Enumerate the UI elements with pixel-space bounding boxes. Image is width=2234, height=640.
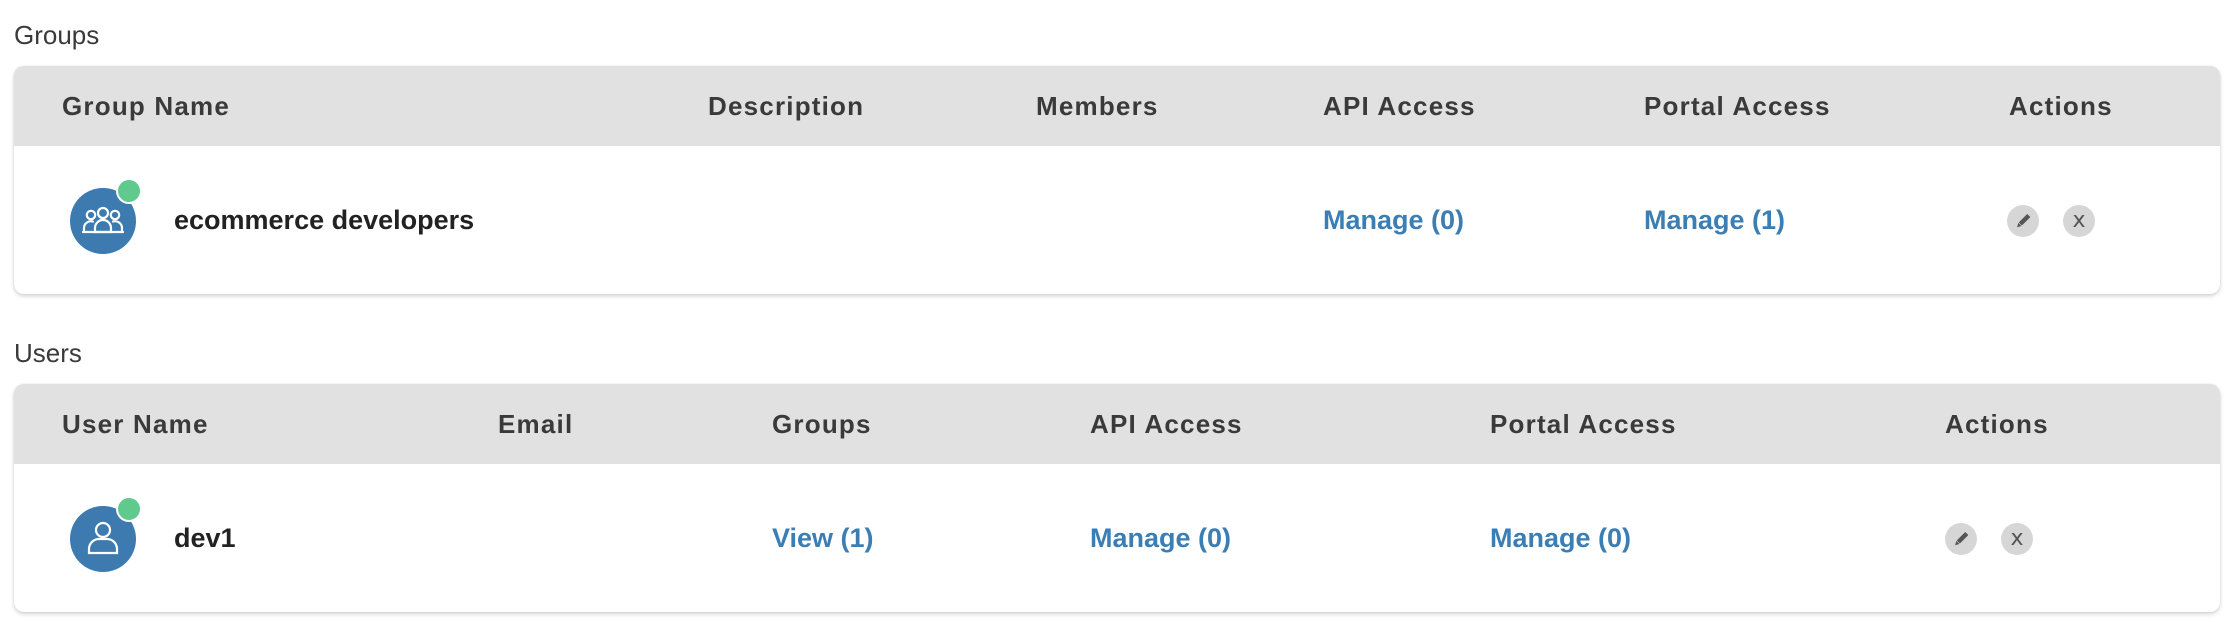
group-name[interactable]: ecommerce developers [174, 146, 474, 294]
column-header-api-access[interactable]: API Access [1323, 66, 1476, 146]
column-header-actions: Actions [2009, 91, 2113, 121]
delete-user-button[interactable]: x [2001, 523, 2033, 555]
user-name[interactable]: dev1 [174, 464, 236, 612]
user-portal-access-link[interactable]: Manage (0) [1490, 464, 1631, 612]
table-row: dev1 View (1) Manage (0) Manage (0) x [14, 464, 2220, 612]
column-header-api-access[interactable]: API Access [1090, 384, 1243, 464]
user-groups-link[interactable]: View (1) [772, 464, 874, 612]
column-header-description[interactable]: Description [708, 66, 864, 146]
users-section-title: Users [14, 338, 82, 368]
pencil-icon [2017, 214, 2031, 228]
group-portal-access-link[interactable]: Manage (1) [1644, 146, 1785, 294]
close-icon: x [2072, 208, 2086, 233]
groups-section-title: Groups [14, 20, 100, 50]
column-header-groups[interactable]: Groups [772, 384, 872, 464]
users-table: User Name Email Groups API Access Portal… [14, 384, 2220, 612]
status-indicator [116, 178, 142, 204]
column-header-email[interactable]: Email [498, 384, 573, 464]
column-header-members[interactable]: Members [1036, 66, 1159, 146]
edit-user-button[interactable] [1945, 523, 1977, 555]
close-icon: x [2010, 526, 2024, 551]
status-indicator [116, 496, 142, 522]
groups-table-header: Group Name Description Members API Acces… [14, 66, 2220, 146]
column-header-portal-access[interactable]: Portal Access [1490, 384, 1677, 464]
edit-group-button[interactable] [2007, 205, 2039, 237]
pencil-icon [1955, 532, 1969, 546]
groups-table: Group Name Description Members API Acces… [14, 66, 2220, 294]
column-header-actions: Actions [1945, 409, 2049, 439]
column-header-group-name[interactable]: Group Name [62, 66, 230, 146]
user-api-access-link[interactable]: Manage (0) [1090, 464, 1231, 612]
column-header-portal-access[interactable]: Portal Access [1644, 66, 1831, 146]
group-api-access-link[interactable]: Manage (0) [1323, 146, 1464, 294]
column-header-user-name[interactable]: User Name [62, 384, 209, 464]
delete-group-button[interactable]: x [2063, 205, 2095, 237]
table-row: ecommerce developers Manage (0) Manage (… [14, 146, 2220, 294]
users-table-header: User Name Email Groups API Access Portal… [14, 384, 2220, 464]
